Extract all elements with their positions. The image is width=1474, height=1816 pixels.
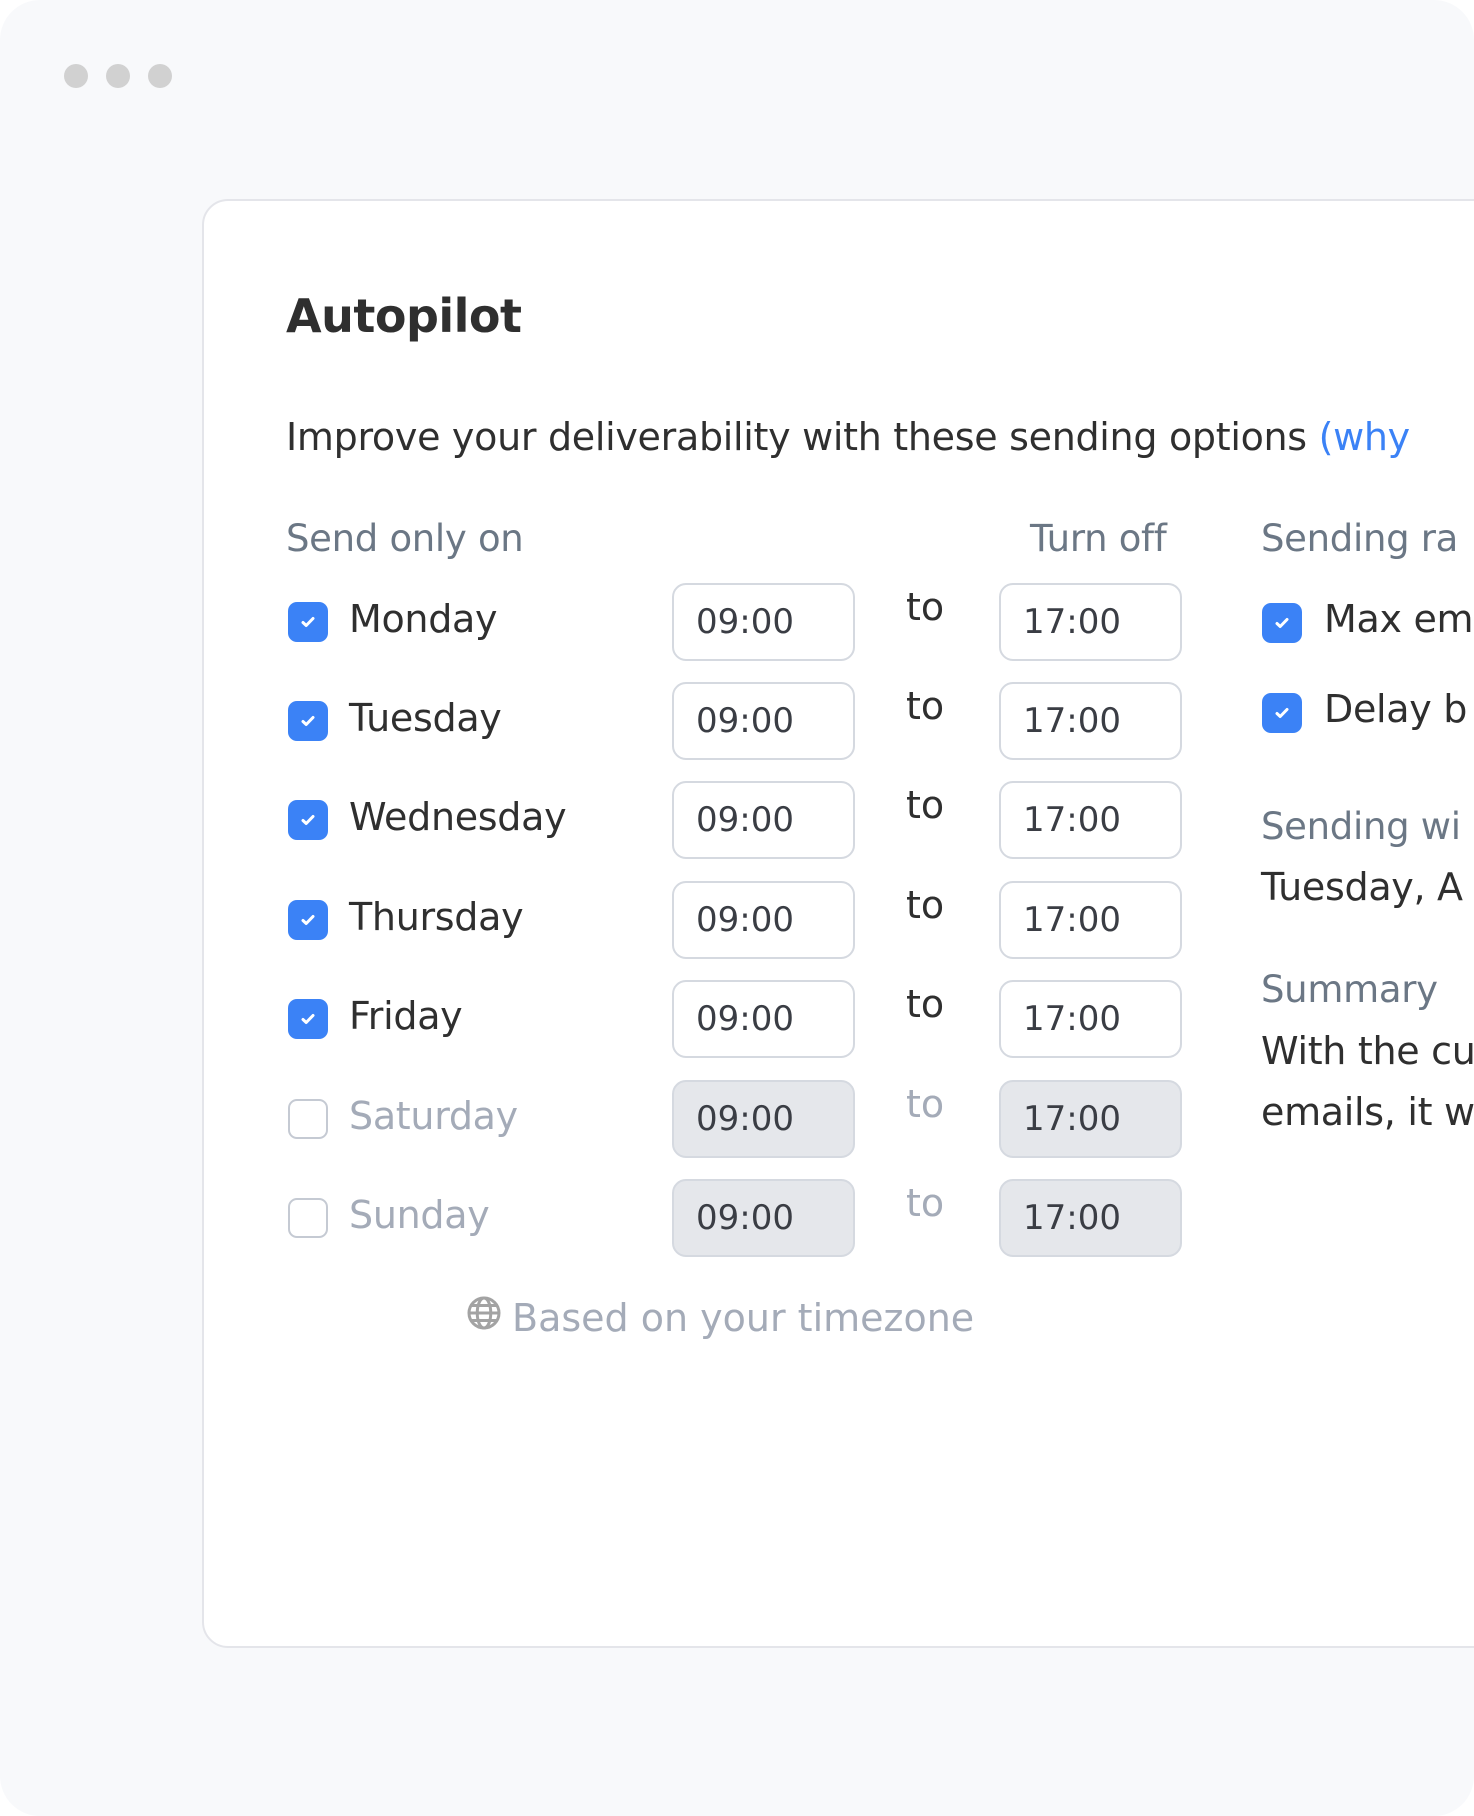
send-only-on-heading: Send only on [286, 517, 524, 560]
to-label: to [906, 684, 945, 728]
check-icon [301, 915, 315, 925]
day-row: Monday 09:00 to 17:00 [286, 583, 1186, 661]
subtitle: Improve your deliverability with these s… [286, 415, 1410, 459]
day-label: Wednesday [349, 795, 567, 839]
start-time-input[interactable]: 09:00 [672, 583, 855, 661]
day-checkbox[interactable] [288, 1198, 328, 1238]
page-title: Autopilot [286, 289, 522, 343]
to-label: to [906, 883, 945, 927]
to-label: to [906, 783, 945, 827]
delay-between-checkbox[interactable] [1262, 693, 1302, 733]
delay-between-label: Delay b [1324, 687, 1468, 731]
summary-heading: Summary [1261, 968, 1438, 1011]
start-time-input[interactable]: 09:00 [672, 682, 855, 760]
day-checkbox[interactable] [288, 602, 328, 642]
day-label: Monday [349, 597, 498, 641]
why-link[interactable]: (why [1319, 415, 1411, 459]
end-time-input[interactable]: 17:00 [999, 682, 1182, 760]
window-control-dot[interactable] [64, 64, 88, 88]
autopilot-card: Autopilot Improve your deliverability wi… [202, 199, 1474, 1648]
day-row: Wednesday 09:00 to 17:00 [286, 781, 1186, 859]
day-row: Saturday 09:00 to 17:00 [286, 1080, 1186, 1158]
start-time-input[interactable]: 09:00 [672, 1080, 855, 1158]
day-label: Thursday [349, 895, 524, 939]
app-window: Autopilot Improve your deliverability wi… [0, 0, 1474, 1816]
day-row: Thursday 09:00 to 17:00 [286, 881, 1186, 959]
end-time-input[interactable]: 17:00 [999, 1179, 1182, 1257]
day-label: Sunday [349, 1193, 490, 1237]
check-icon [301, 1014, 315, 1024]
timezone-note-text: Based on your timezone [512, 1295, 975, 1340]
day-checkbox[interactable] [288, 1099, 328, 1139]
summary-line-2: emails, it w [1261, 1090, 1474, 1134]
start-time-input[interactable]: 09:00 [672, 1179, 855, 1257]
day-label: Friday [349, 994, 463, 1038]
check-icon [1275, 708, 1289, 718]
max-emails-label: Max em [1324, 597, 1474, 641]
day-label: Tuesday [349, 696, 502, 740]
check-icon [1275, 618, 1289, 628]
check-icon [301, 617, 315, 627]
check-icon [301, 716, 315, 726]
to-label: to [906, 982, 945, 1026]
end-time-input[interactable]: 17:00 [999, 980, 1182, 1058]
sending-rate-heading: Sending ra [1261, 517, 1459, 560]
globe-icon [466, 1295, 502, 1340]
timezone-note: Based on your timezone [466, 1295, 974, 1340]
window-control-dot[interactable] [106, 64, 130, 88]
start-time-input[interactable]: 09:00 [672, 881, 855, 959]
day-row: Friday 09:00 to 17:00 [286, 980, 1186, 1058]
window-control-dot[interactable] [148, 64, 172, 88]
day-checkbox[interactable] [288, 701, 328, 741]
day-row: Tuesday 09:00 to 17:00 [286, 682, 1186, 760]
sending-window-heading: Sending wi [1261, 805, 1461, 848]
start-time-input[interactable]: 09:00 [672, 781, 855, 859]
sending-window-value: Tuesday, A [1261, 865, 1463, 909]
day-row: Sunday 09:00 to 17:00 [286, 1179, 1186, 1257]
subtitle-text: Improve your deliverability with these s… [286, 415, 1319, 459]
summary-line-1: With the cu [1261, 1029, 1474, 1073]
check-icon [301, 815, 315, 825]
to-label: to [906, 1181, 945, 1225]
day-checkbox[interactable] [288, 999, 328, 1039]
end-time-input[interactable]: 17:00 [999, 1080, 1182, 1158]
max-emails-checkbox[interactable] [1262, 603, 1302, 643]
end-time-input[interactable]: 17:00 [999, 781, 1182, 859]
end-time-input[interactable]: 17:00 [999, 881, 1182, 959]
day-label: Saturday [349, 1094, 518, 1138]
to-label: to [906, 1082, 945, 1126]
day-checkbox[interactable] [288, 900, 328, 940]
end-time-input[interactable]: 17:00 [999, 583, 1182, 661]
turn-off-heading: Turn off [1030, 517, 1167, 560]
start-time-input[interactable]: 09:00 [672, 980, 855, 1058]
day-checkbox[interactable] [288, 800, 328, 840]
to-label: to [906, 585, 945, 629]
